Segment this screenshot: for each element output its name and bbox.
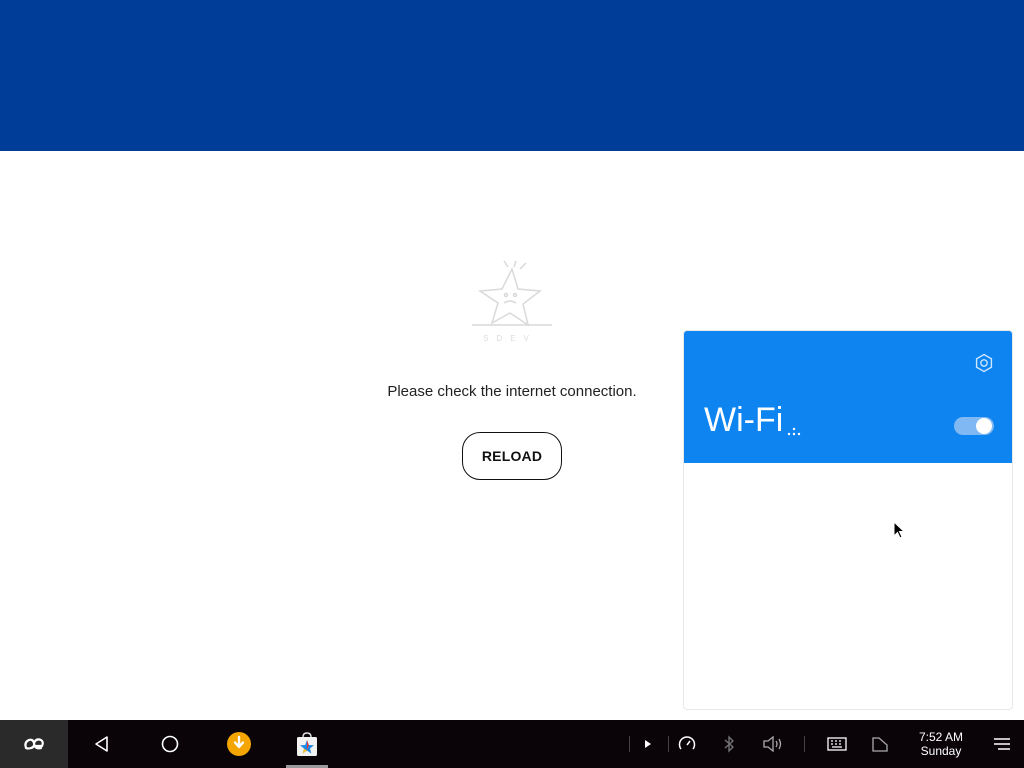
system-clock[interactable]: 7:52 AM Sunday [900, 730, 982, 758]
store-app-icon[interactable] [292, 720, 322, 768]
toggle-knob [976, 418, 992, 434]
battery-icon[interactable] [869, 720, 891, 768]
speedometer-icon[interactable] [676, 720, 698, 768]
play-icon[interactable] [638, 720, 658, 768]
illustration-caption: SDEV [483, 334, 537, 343]
wifi-title: Wi-Fi [704, 401, 784, 439]
gear-icon[interactable] [974, 353, 994, 373]
app-logo-icon[interactable] [0, 720, 68, 768]
menu-icon[interactable] [990, 720, 1014, 768]
wifi-toggle[interactable] [954, 417, 994, 435]
sad-star-illustration: SDEV [462, 251, 558, 347]
clock-time: 7:52 AM [918, 730, 964, 744]
divider [804, 736, 805, 752]
app-header-bar [0, 0, 1024, 151]
volume-icon[interactable] [761, 720, 785, 768]
taskbar: 7:52 AM Sunday [0, 720, 1024, 768]
wifi-panel-header: Wi-Fi [684, 331, 1012, 463]
back-icon[interactable] [88, 720, 116, 768]
mouse-cursor-icon [893, 520, 906, 539]
wifi-panel: Wi-Fi [683, 330, 1013, 710]
clock-day: Sunday [920, 744, 962, 758]
screen: SDEV Please check the internet connectio… [0, 0, 1024, 768]
keyboard-icon[interactable] [825, 720, 849, 768]
wifi-scanning-icon [786, 423, 804, 437]
bluetooth-icon[interactable] [720, 720, 738, 768]
wifi-network-list [684, 463, 1012, 709]
home-icon[interactable] [156, 720, 184, 768]
divider [629, 736, 630, 752]
reload-button[interactable]: RELOAD [462, 432, 562, 480]
download-app-icon[interactable] [224, 720, 254, 768]
divider [668, 736, 669, 752]
